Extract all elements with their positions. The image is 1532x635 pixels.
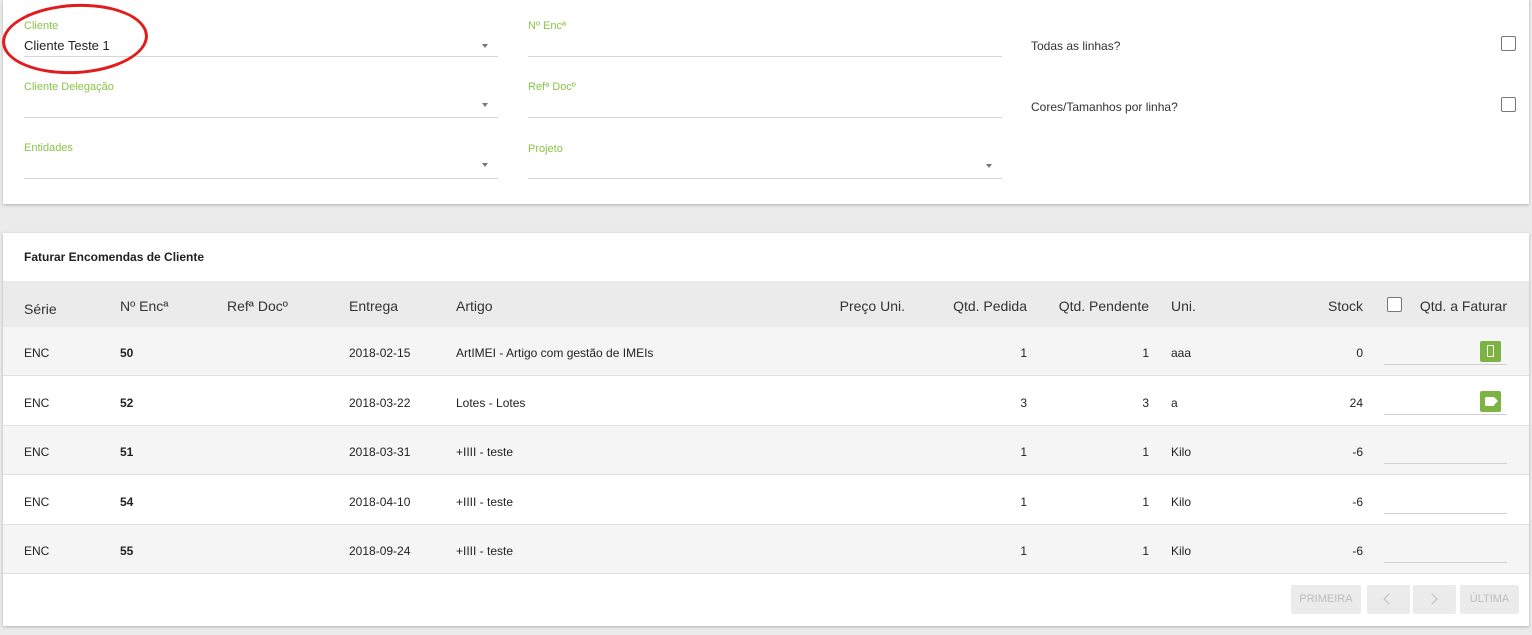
cell-num-enc: 51	[120, 445, 134, 459]
cell-serie: ENC	[24, 346, 50, 360]
cell-qtd-pedida: 1	[1020, 544, 1027, 558]
header-serie[interactable]: Série	[24, 301, 57, 317]
todas-linhas-option: Todas as linhas?	[1031, 36, 1516, 56]
last-page-button[interactable]: ÚLTIMA	[1460, 585, 1519, 614]
chevron-down-icon	[482, 103, 488, 107]
header-qtd-faturar[interactable]: Qtd. a Faturar	[1420, 298, 1507, 314]
cell-num-enc: 52	[120, 395, 134, 410]
cell-serie: ENC	[24, 445, 50, 459]
chevron-right-icon	[1426, 593, 1438, 605]
first-page-button[interactable]: PRIMEIRA	[1291, 585, 1361, 614]
cell-qtd-pedida: 1	[1020, 494, 1027, 509]
cell-num-enc: 54	[120, 494, 134, 509]
phone-icon	[1487, 345, 1494, 357]
cell-stock: -6	[1352, 494, 1363, 509]
cell-uni: a	[1171, 395, 1178, 410]
cell-qtd-pendente: 1	[1142, 445, 1149, 459]
cores-tamanhos-label: Cores/Tamanhos por linha?	[1031, 100, 1178, 114]
cell-entrega: 2018-04-10	[349, 494, 411, 509]
cell-uni: aaa	[1171, 346, 1192, 360]
header-ref-doc[interactable]: Refª Docº	[227, 298, 288, 314]
cell-qtd-pendente: 3	[1142, 395, 1149, 410]
table-row[interactable]: ENC 51 2018-03-31 +IIII - teste 1 1 Kilo -6	[3, 426, 1529, 475]
lotes-button[interactable]	[1480, 390, 1501, 412]
header-qtd-pedida[interactable]: Qtd. Pedida	[953, 298, 1027, 314]
table-header: Série Nº Encª Refª Docº Entrega Artigo P…	[3, 281, 1529, 327]
cores-tamanhos-option: Cores/Tamanhos por linha?	[1031, 97, 1516, 117]
ref-doc-field[interactable]: Refª Docº	[528, 61, 1002, 118]
table-row[interactable]: ENC 55 2018-09-24 +IIII - teste 1 1 Kilo -6	[3, 525, 1529, 574]
cell-stock: 24	[1349, 395, 1363, 410]
header-qtd-pendente[interactable]: Qtd. Pendente	[1059, 298, 1149, 314]
cell-entrega: 2018-02-15	[349, 346, 411, 360]
imei-button[interactable]	[1480, 341, 1501, 362]
num-enc-label: Nº Encª	[528, 20, 567, 32]
cell-entrega: 2018-09-24	[349, 544, 411, 558]
table-row[interactable]: ENC 50 2018-02-15 ArtIMEI - Artigo com gest…	[3, 327, 1529, 376]
chevron-down-icon	[986, 164, 992, 168]
chevron-down-icon	[482, 163, 488, 167]
qtd-faturar-input[interactable]	[1384, 494, 1507, 514]
select-all-checkbox[interactable]	[1387, 297, 1402, 312]
cliente-select[interactable]: Cliente Cliente Teste 1	[24, 0, 498, 57]
cell-num-enc: 50	[120, 346, 134, 360]
cell-artigo: Lotes - Lotes	[456, 395, 526, 410]
cliente-value: Cliente Teste 1	[24, 38, 110, 53]
cell-stock: -6	[1352, 445, 1363, 459]
cell-artigo: +IIII - teste	[456, 494, 514, 509]
ref-doc-label: Refª Docº	[528, 81, 576, 93]
header-artigo[interactable]: Artigo	[456, 298, 493, 314]
prev-page-button[interactable]	[1367, 585, 1410, 614]
cell-stock: -6	[1352, 544, 1363, 558]
cell-qtd-pendente: 1	[1142, 346, 1149, 360]
projeto-label: Projeto	[528, 143, 563, 155]
cell-qtd-pedida: 1	[1020, 346, 1027, 360]
filter-panel: Cliente Cliente Teste 1 Nº Encª Cliente …	[3, 0, 1529, 204]
cell-qtd-pendente: 1	[1142, 544, 1149, 558]
cliente-delegacao-select[interactable]: Cliente Delegação	[24, 61, 498, 118]
orders-table-panel: Faturar Encomendas de Cliente Série Nº E…	[3, 233, 1529, 626]
header-preco-uni[interactable]: Preço Uni.	[840, 298, 905, 314]
entidades-label: Entidades	[24, 142, 73, 154]
qtd-faturar-input[interactable]	[1384, 341, 1507, 365]
cliente-label: Cliente	[24, 20, 59, 32]
todas-linhas-checkbox[interactable]	[1501, 36, 1516, 51]
cell-uni: Kilo	[1171, 544, 1192, 558]
cell-qtd-pedida: 3	[1020, 395, 1027, 410]
next-page-button[interactable]	[1413, 585, 1456, 614]
cell-num-enc: 55	[120, 544, 134, 558]
chevron-down-icon	[482, 44, 488, 48]
cliente-delegacao-label: Cliente Delegação	[24, 81, 114, 93]
cell-artigo: +IIII - teste	[456, 544, 514, 558]
cores-tamanhos-checkbox[interactable]	[1501, 97, 1516, 112]
cell-uni: Kilo	[1171, 494, 1192, 509]
cell-serie: ENC	[24, 544, 50, 558]
entidades-select[interactable]: Entidades	[24, 122, 498, 179]
cell-qtd-pendente: 1	[1142, 494, 1149, 509]
cell-stock: 0	[1356, 346, 1363, 360]
cell-entrega: 2018-03-31	[349, 445, 411, 459]
header-stock[interactable]: Stock	[1328, 298, 1363, 314]
cell-serie: ENC	[24, 395, 50, 410]
cell-uni: Kilo	[1171, 445, 1192, 459]
cell-serie: ENC	[24, 494, 50, 509]
qtd-faturar-input[interactable]	[1384, 444, 1507, 464]
cell-entrega: 2018-03-22	[349, 395, 411, 410]
table-row[interactable]: ENC 54 2018-04-10 +IIII - teste 1 1 Kilo -6	[3, 475, 1529, 525]
cell-artigo: +IIII - teste	[456, 445, 514, 459]
qtd-faturar-input[interactable]	[1384, 543, 1507, 563]
todas-linhas-label: Todas as linhas?	[1031, 39, 1121, 53]
table-row[interactable]: ENC 52 2018-03-22 Lotes - Lotes 3 3 a 24	[3, 376, 1529, 426]
header-entrega[interactable]: Entrega	[349, 298, 398, 314]
qtd-faturar-input[interactable]	[1384, 390, 1507, 415]
chevron-left-icon	[1383, 593, 1395, 605]
num-enc-field[interactable]: Nº Encª	[528, 0, 1002, 57]
projeto-select[interactable]: Projeto	[528, 122, 1002, 179]
table-title: Faturar Encomendas de Cliente	[24, 250, 205, 264]
tag-icon	[1485, 396, 1498, 406]
header-num-enc[interactable]: Nº Encª	[120, 298, 168, 314]
cell-qtd-pedida: 1	[1020, 445, 1027, 459]
cell-artigo: ArtIMEI - Artigo com gestão de IMEIs	[456, 346, 654, 360]
header-uni[interactable]: Uni.	[1171, 298, 1196, 314]
